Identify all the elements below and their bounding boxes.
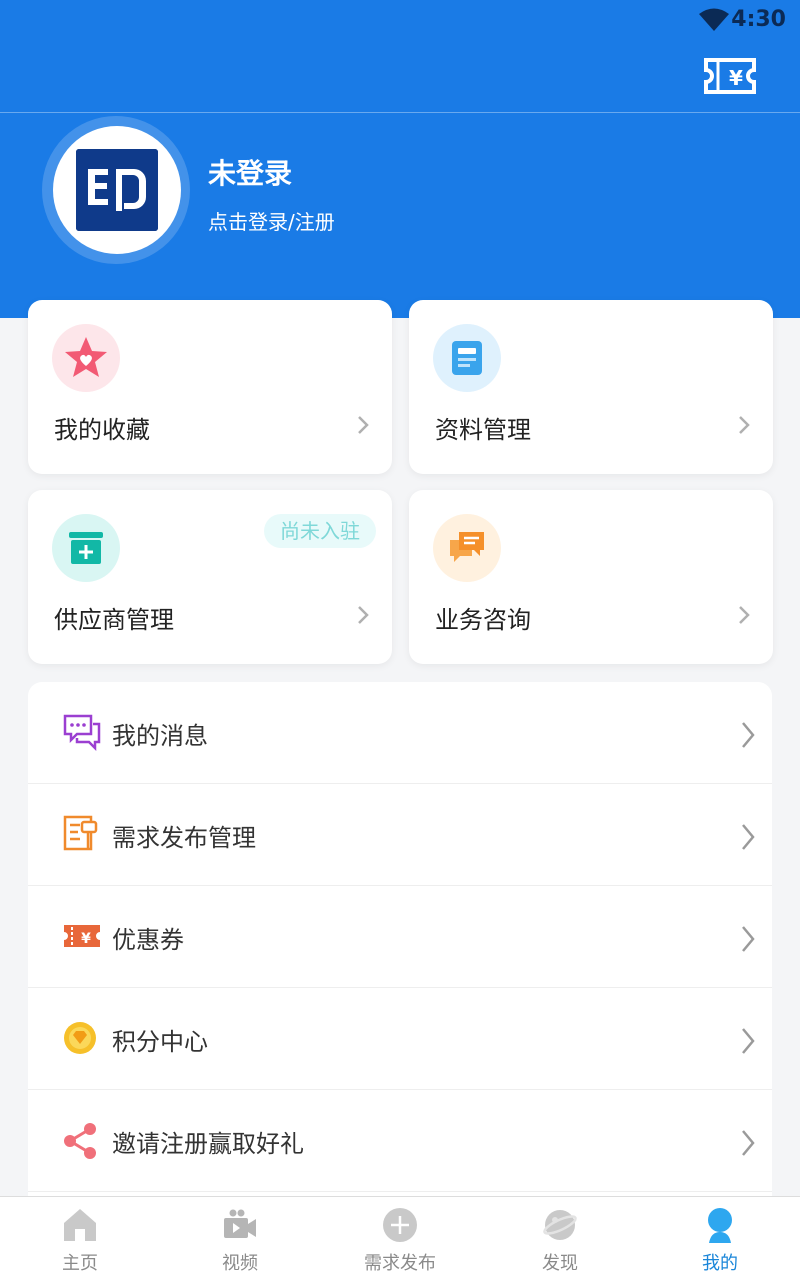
chevron-right-icon (739, 416, 750, 434)
chevron-right-icon (742, 824, 755, 850)
plus-icon (383, 1208, 417, 1242)
bottom-tab-bar: 主页 视频 需求发布 发现 我的 (0, 1196, 800, 1280)
tab-home[interactable]: 主页 (0, 1197, 160, 1280)
list-item-invite[interactable]: 邀请注册赢取好礼 (28, 1090, 772, 1192)
tab-label: 视频 (222, 1253, 258, 1274)
chevron-right-icon (742, 926, 755, 952)
list-item-demand-management[interactable]: 需求发布管理 (28, 784, 772, 886)
message-icon (63, 714, 101, 752)
share-icon (64, 1123, 96, 1159)
card-supplier[interactable]: 尚未入驻 供应商管理 (28, 490, 392, 664)
tab-post-demand[interactable]: 需求发布 (320, 1197, 480, 1280)
logo-icon (76, 149, 158, 231)
status-time: 4:30 (731, 7, 786, 32)
points-icon (64, 1022, 96, 1054)
tab-mine[interactable]: 我的 (640, 1197, 800, 1280)
card-documents[interactable]: 资料管理 (409, 300, 773, 474)
tab-label: 我的 (702, 1253, 738, 1274)
tab-label: 发现 (542, 1253, 578, 1274)
chevron-right-icon (742, 1028, 755, 1054)
tab-label: 主页 (62, 1253, 98, 1274)
demand-icon (63, 815, 98, 851)
svg-text:¥: ¥ (729, 66, 743, 90)
card-label: 供应商管理 (54, 606, 174, 634)
card-consulting[interactable]: 业务咨询 (409, 490, 773, 664)
svg-text:¥: ¥ (81, 931, 91, 947)
card-label: 资料管理 (435, 416, 531, 444)
status-bar: 4:30 (0, 0, 800, 42)
tab-label: 需求发布 (364, 1253, 436, 1274)
chevron-right-icon (358, 606, 369, 624)
avatar[interactable] (53, 126, 181, 254)
chevron-right-icon (742, 722, 755, 748)
card-favorites[interactable]: 我的收藏 (28, 300, 392, 474)
login-status-title[interactable]: 未登录 (208, 152, 292, 192)
person-icon (708, 1208, 732, 1243)
star-heart-icon (52, 324, 120, 392)
list-item-coupons[interactable]: ¥ 优惠券 (28, 886, 772, 988)
card-label: 我的收藏 (54, 416, 150, 444)
video-icon (224, 1209, 256, 1238)
card-label: 业务咨询 (435, 606, 531, 634)
document-icon (433, 324, 501, 392)
chevron-right-icon (358, 416, 369, 434)
list-label: 优惠券 (112, 926, 184, 954)
chat-icon (433, 514, 501, 582)
tab-discover[interactable]: 发现 (480, 1197, 640, 1280)
coupon-icon[interactable]: ¥ (704, 56, 756, 96)
list-item-points-center[interactable]: 积分中心 (28, 988, 772, 1090)
list-label: 邀请注册赢取好礼 (112, 1130, 304, 1158)
status-badge: 尚未入驻 (264, 514, 376, 548)
wifi-icon (699, 8, 729, 31)
list-item-messages[interactable]: 我的消息 (28, 682, 772, 784)
list-label: 积分中心 (112, 1028, 208, 1056)
planet-icon (543, 1210, 577, 1240)
list-label: 我的消息 (112, 722, 208, 750)
menu-list: 我的消息 需求发布管理 ¥ 优惠券 积分中心 邀请注册赢取好礼 (28, 682, 772, 1222)
home-icon (64, 1209, 96, 1241)
divider (28, 1191, 772, 1192)
profile-header: 4:30 ¥ 未登录 点击登录/注册 (0, 0, 800, 318)
chevron-right-icon (739, 606, 750, 624)
login-register-link[interactable]: 点击登录/注册 (208, 206, 335, 235)
header-divider (0, 112, 800, 113)
list-label: 需求发布管理 (112, 824, 256, 852)
store-add-icon (52, 514, 120, 582)
chevron-right-icon (742, 1130, 755, 1156)
tab-video[interactable]: 视频 (160, 1197, 320, 1280)
coupon-icon: ¥ (64, 925, 100, 947)
